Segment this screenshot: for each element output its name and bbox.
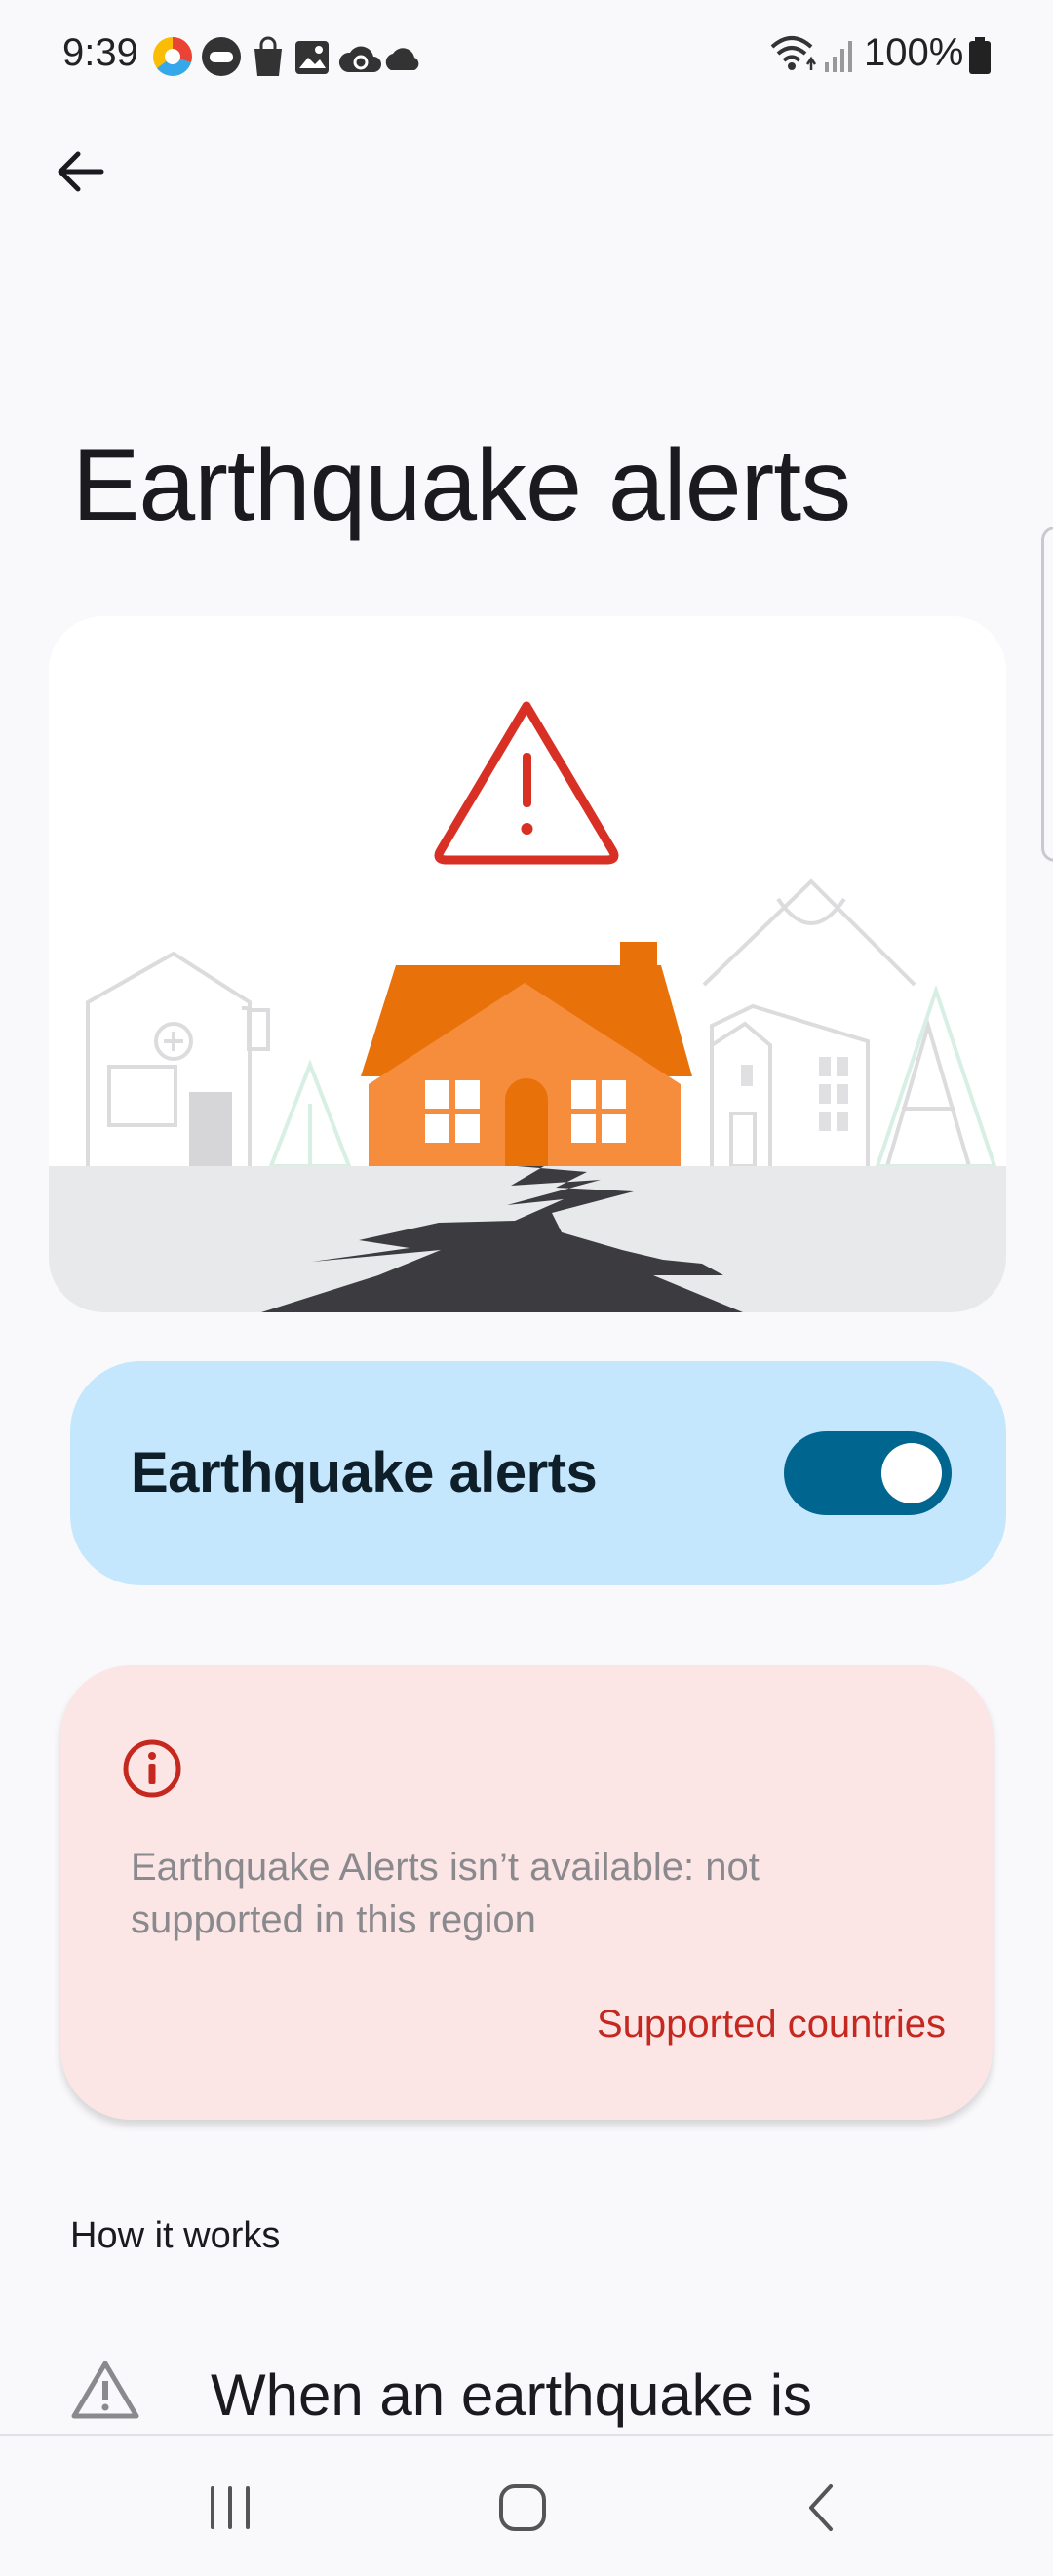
- cloud-icon: [385, 48, 419, 70]
- system-back-icon: [809, 2484, 833, 2531]
- status-time: 9:39: [62, 31, 138, 74]
- orange-house: [361, 942, 692, 1166]
- background-windows: [741, 1057, 848, 1131]
- info-circle-icon: [123, 1739, 181, 1798]
- how-it-works-heading: How it works: [70, 2215, 281, 2256]
- warning-outline-icon: [71, 2361, 139, 2419]
- chrome-style-icon: [153, 37, 192, 76]
- game-controller-icon: [202, 37, 241, 76]
- earthquake-alerts-toggle-card[interactable]: Earthquake alerts: [70, 1361, 1006, 1585]
- gallery-icon: [295, 41, 329, 74]
- supported-countries-link[interactable]: Supported countries: [597, 2003, 946, 2047]
- wifi-signal-icon: [770, 36, 852, 72]
- toggle-label: Earthquake alerts: [131, 1441, 598, 1504]
- shopping-bag-icon: [254, 36, 282, 76]
- back-button[interactable]: [47, 137, 117, 207]
- recents-icon: [211, 2486, 250, 2529]
- warning-message: Earthquake Alerts isn’t available: not s…: [131, 1846, 760, 1941]
- how-it-works-item-text: When an earthquake is: [211, 2362, 813, 2428]
- notification-icons: [153, 36, 419, 76]
- recents-button[interactable]: [195, 2478, 265, 2537]
- home-icon: [499, 2484, 546, 2531]
- battery-percentage: 100%: [864, 31, 964, 74]
- edge-panel-handle[interactable]: [1041, 527, 1053, 862]
- status-bar: 9:39 100%: [0, 0, 1053, 109]
- cloud-sync-icon: [338, 46, 381, 72]
- warning-triangle-icon: [434, 701, 619, 865]
- home-button[interactable]: [488, 2478, 558, 2537]
- switch-knob: [881, 1443, 942, 1503]
- system-navigation-bar: [0, 2434, 1053, 2576]
- unavailable-warning-card: Earthquake Alerts isn’t available: not s…: [60, 1665, 993, 2120]
- earthquake-alerts-switch[interactable]: [784, 1431, 952, 1515]
- arrow-back-icon: [58, 151, 104, 192]
- system-back-button[interactable]: [786, 2478, 856, 2537]
- page-title: Earthquake alerts: [72, 429, 851, 542]
- battery-icon: [969, 37, 991, 74]
- earthquake-illustration: [49, 616, 1006, 1312]
